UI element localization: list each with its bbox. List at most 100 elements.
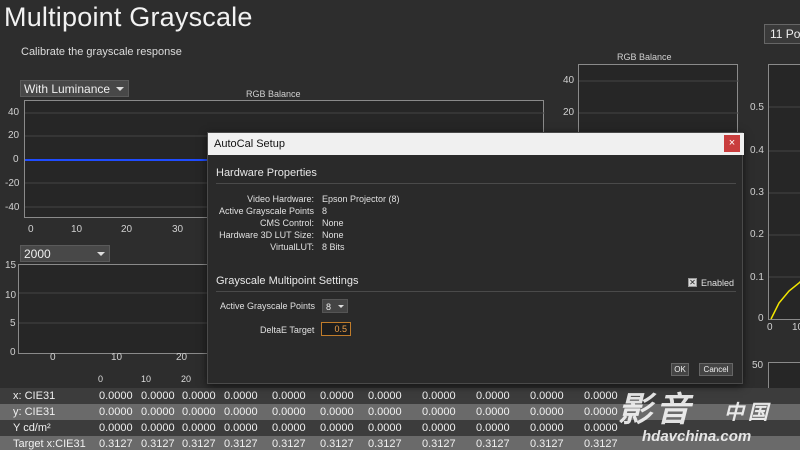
hardware-properties-title: Hardware Properties: [216, 167, 317, 179]
lum-y-tick: 0.5: [750, 102, 764, 113]
table-cell: 0.0000: [224, 390, 258, 402]
table-cell: 0.0000: [530, 406, 564, 418]
rgb-y-tick: 40: [8, 107, 20, 118]
dialog-title: AutoCal Setup: [214, 138, 285, 150]
table-cell: 0.0000: [224, 422, 258, 434]
table-cell: 0.0000: [422, 406, 456, 418]
table-cell: 0.3127: [99, 438, 133, 450]
table-cell: 0.0000: [99, 406, 133, 418]
table-cell: 0.3127: [272, 438, 306, 450]
table-cell: 0.0000: [530, 390, 564, 402]
table-cell: 0.3127: [320, 438, 354, 450]
lum-x-tick: 0: [767, 322, 773, 333]
table-cell: 0.3127: [476, 438, 510, 450]
middle-y-tick: 40: [563, 75, 575, 86]
table-row-label: y: CIE31: [13, 406, 56, 418]
table-cell: 0.0000: [476, 390, 510, 402]
table-row-label: Target x:CIE31: [13, 438, 86, 450]
table-cell: 0.0000: [141, 422, 175, 434]
table-col-header: 20: [181, 374, 192, 384]
rgb-x-tick: 30: [172, 224, 184, 235]
table-cell: 0.0000: [141, 390, 175, 402]
mode-dropdown-label: With Luminance: [24, 81, 111, 96]
lum-y-tick: 0.1: [750, 272, 764, 283]
table-cell: 0.3127: [141, 438, 175, 450]
delta-target-label: DeltaE Target: [260, 325, 315, 335]
prop-value: 8 Bits: [322, 242, 345, 252]
table-cell: 0.0000: [530, 422, 564, 434]
delta-e-dropdown[interactable]: 2000: [20, 245, 110, 262]
active-points-value: 8: [326, 302, 332, 312]
chevron-down-icon: [97, 252, 105, 256]
chevron-down-icon: [116, 87, 124, 91]
grayscale-settings-title: Grayscale Multipoint Settings: [216, 275, 359, 287]
watermark-bottom: hdavchina.com: [642, 428, 752, 445]
table-cell: 0.0000: [182, 390, 216, 402]
table-cell: 0.0000: [476, 406, 510, 418]
delta-e-x-tick: 10: [111, 352, 123, 363]
delta-e-y-tick: 0: [10, 347, 16, 358]
luminance-chart: [768, 64, 800, 320]
table-cell: 0.0000: [224, 406, 258, 418]
prop-value: 8: [322, 206, 328, 216]
table-cell: 0.0000: [320, 422, 354, 434]
autocal-setup-dialog: AutoCal Setup × Hardware Properties Vide…: [207, 132, 744, 384]
delta-e-x-tick: 0: [50, 352, 56, 363]
delta-e-y-tick: 10: [5, 290, 17, 301]
table-cell: 0.3127: [368, 438, 402, 450]
rgb-x-tick: 10: [71, 224, 83, 235]
lum-y-tick: 0.4: [750, 145, 764, 156]
table-cell: 0.0000: [368, 390, 402, 402]
active-points-dropdown[interactable]: 8: [322, 299, 348, 313]
table-cell: 0.0000: [320, 390, 354, 402]
delta-target-input[interactable]: 0.5: [321, 322, 351, 336]
chevron-down-icon: [338, 305, 344, 308]
ok-button[interactable]: OK: [671, 363, 689, 376]
prop-label: Active Grayscale Points: [218, 206, 314, 216]
mode-dropdown[interactable]: With Luminance: [20, 80, 129, 97]
lum-y-tick: 0.2: [750, 229, 764, 240]
table-cell: 0.0000: [272, 422, 306, 434]
table-cell: 0.0000: [422, 390, 456, 402]
table-cell: 0.0000: [272, 390, 306, 402]
luminance-plot: [769, 106, 800, 320]
rgb-y-tick: 0: [13, 154, 19, 165]
active-points-label: Active Grayscale Points: [220, 301, 316, 311]
lum-lower-tick: 50: [752, 360, 764, 371]
table-cell: 0.3127: [422, 438, 456, 450]
lum-x-tick: 10: [792, 322, 800, 333]
rgb-y-tick: 20: [8, 130, 20, 141]
close-button[interactable]: ×: [724, 135, 740, 152]
delta-e-plot: [19, 292, 209, 324]
rgb-chart-title-middle: RGB Balance: [617, 52, 672, 62]
delta-e-y-tick: 15: [5, 260, 17, 271]
table-cell: 0.0000: [99, 422, 133, 434]
table-col-header: 0: [98, 374, 104, 384]
rgb-chart-title-left: RGB Balance: [246, 89, 301, 99]
middle-y-tick: 20: [563, 107, 575, 118]
tab-11-point[interactable]: 11 Po: [764, 24, 800, 44]
table-cell: 0.0000: [320, 406, 354, 418]
watermark-middle: 中国: [724, 402, 772, 424]
page-subtitle: Calibrate the grayscale response: [21, 46, 182, 58]
page-title: Multipoint Grayscale: [4, 2, 253, 32]
dialog-titlebar[interactable]: AutoCal Setup: [208, 133, 744, 155]
delta-e-y-tick: 5: [10, 318, 16, 329]
cancel-button[interactable]: Cancel: [699, 363, 733, 376]
rgb-x-tick: 20: [121, 224, 133, 235]
table-cell: 0.0000: [476, 422, 510, 434]
table-cell: 0.0000: [99, 390, 133, 402]
table-row-label: Y cd/m²: [13, 422, 51, 434]
delta-e-dropdown-label: 2000: [24, 246, 51, 261]
enabled-checkbox[interactable]: ✕: [688, 278, 697, 287]
table-cell: 0.0000: [368, 422, 402, 434]
lum-y-tick: 0: [758, 313, 764, 324]
delta-e-x-tick: 20: [176, 352, 188, 363]
rgb-y-tick: -40: [5, 202, 20, 213]
table-row-label: x: CIE31: [13, 390, 56, 402]
prop-value: None: [322, 230, 344, 240]
lum-y-tick: 0.3: [750, 187, 764, 198]
table-cell: 0.0000: [141, 406, 175, 418]
watermark-top: 影音: [618, 391, 694, 429]
prop-label: CMS Control:: [259, 218, 314, 228]
